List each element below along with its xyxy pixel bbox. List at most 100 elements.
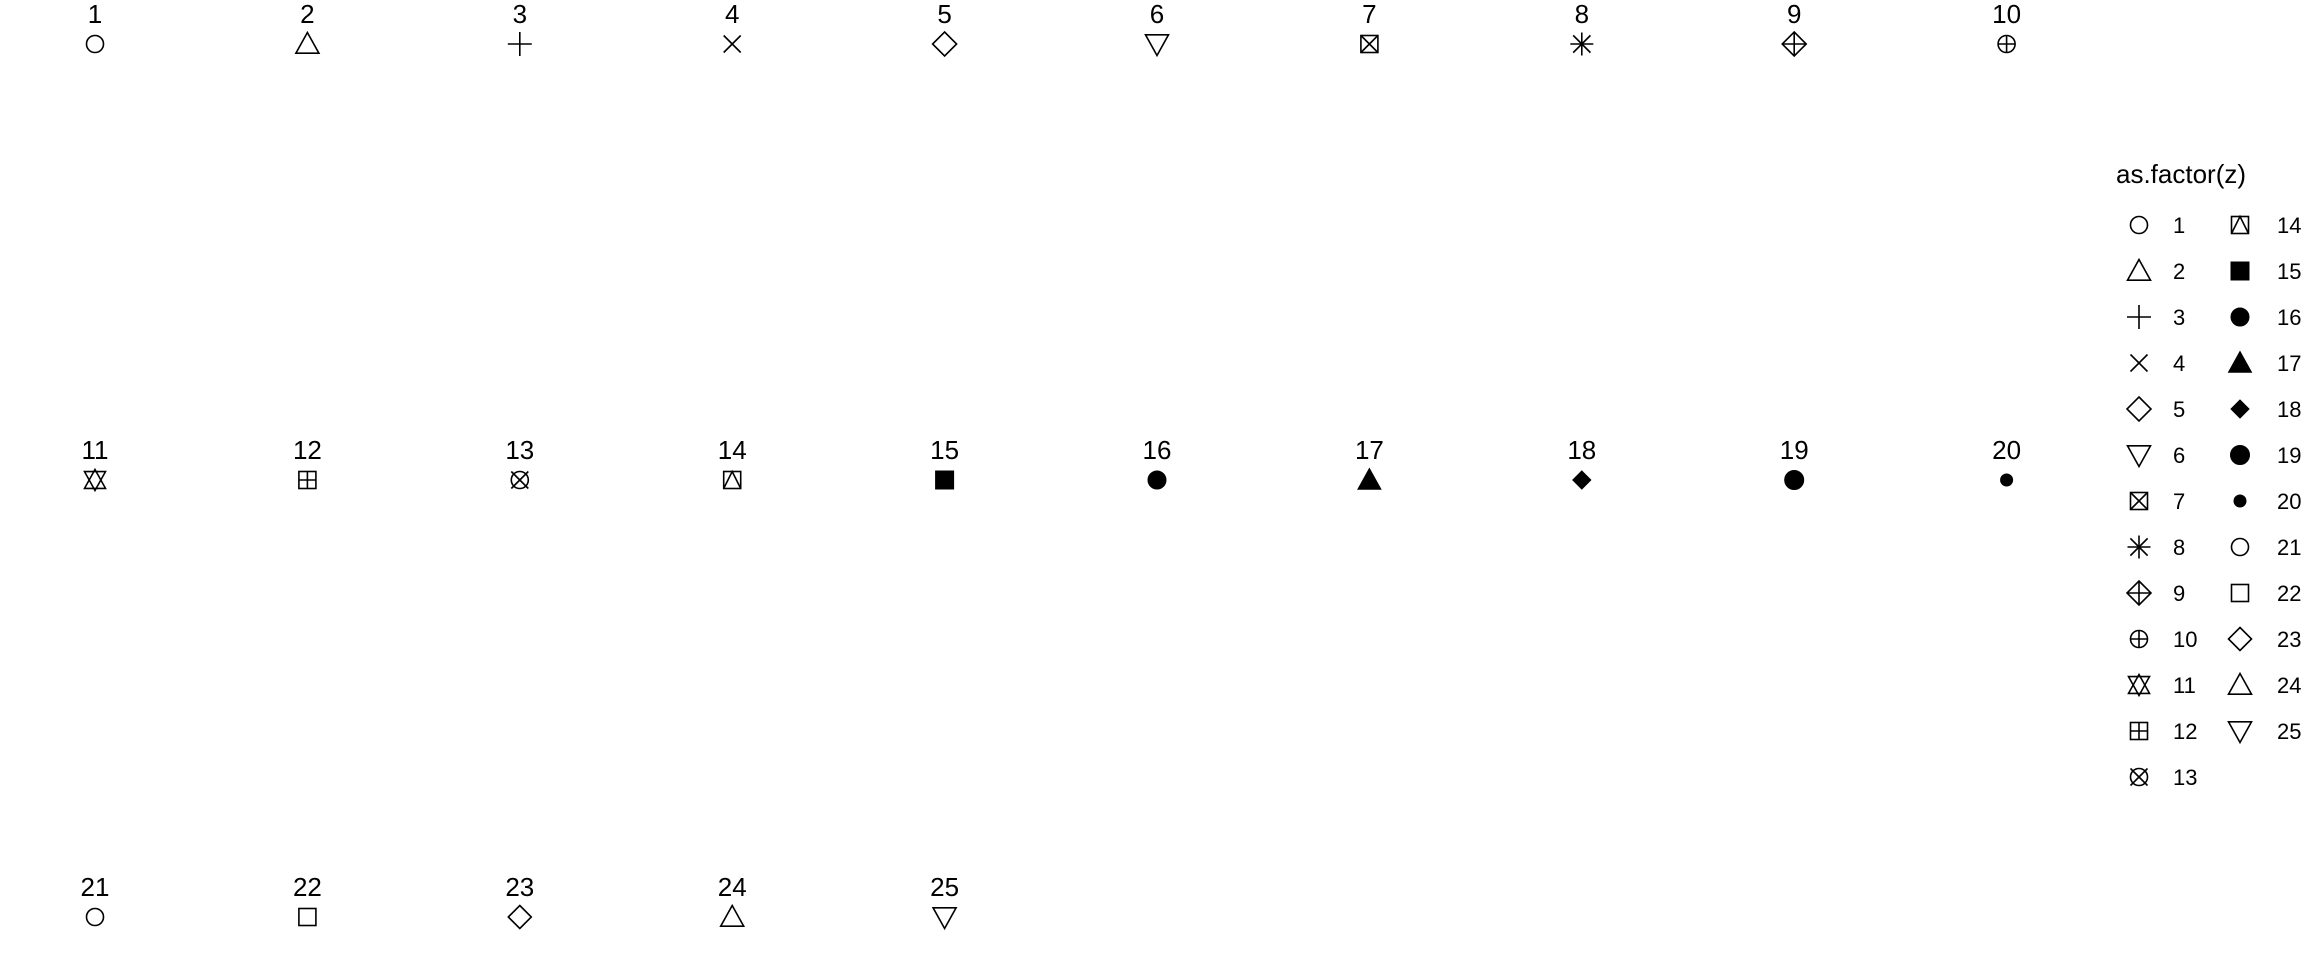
point-label: 23 [505,872,534,902]
legend-label: 24 [2277,673,2301,698]
point-label: 18 [1567,435,1596,465]
plot-area: 1 2 3 4 5 6 7 8 9 1011 12 13 14 15 16 17 18 19 2021 22 23 24 2… [81,0,2021,931]
legend-key [2230,399,2250,419]
data-point [298,470,317,490]
legend: as.factor(z) 123456789101112131415161718… [2116,159,2301,790]
legend-label: 11 [2173,673,2196,698]
legend-key [2129,767,2149,787]
point-label: 10 [1992,0,2021,29]
legend-label: 21 [2277,535,2301,560]
data-point [935,470,955,490]
point-label: 20 [1992,435,2021,465]
point-label: 5 [937,0,951,29]
data-point [1570,32,1594,56]
data-point [1147,470,1167,490]
legend-label: 3 [2173,305,2185,330]
data-point [83,467,107,493]
legend-key [2227,720,2253,745]
legend-key [2129,215,2149,235]
legend-label: 25 [2277,719,2301,744]
data-point [507,32,532,56]
legend-label: 10 [2173,627,2197,652]
data-point [298,907,317,927]
legend-label: 5 [2173,397,2185,422]
legend-label: 17 [2277,351,2301,376]
point-label: 25 [930,872,959,902]
legend-key [2230,583,2250,603]
point-label: 3 [513,0,527,29]
legend-label: 9 [2173,581,2185,606]
legend-key [2129,629,2149,649]
legend-key [2125,395,2153,423]
legend-key [2227,671,2253,696]
data-point [294,30,321,55]
data-point [1357,467,1382,490]
point-label: 6 [1150,0,1164,29]
point-label: 2 [300,0,314,29]
legend-label: 1 [2173,213,2185,238]
legend-key [2127,535,2151,559]
point-label: 21 [81,872,110,902]
data-point [510,470,530,490]
data-point [1144,33,1170,58]
legend-label: 2 [2173,259,2185,284]
data-point [931,30,958,58]
point-label: 11 [82,435,109,465]
point-label: 16 [1143,435,1172,465]
point-label: 1 [88,0,102,29]
point-label: 4 [725,0,739,29]
legend-label: 8 [2173,535,2185,560]
legend-label: 4 [2173,351,2185,376]
legend-key [2126,257,2152,282]
legend-key [2230,214,2250,235]
data-point [719,903,746,928]
legend-key [2227,350,2253,373]
data-point [507,904,533,930]
legend-label: 18 [2277,397,2301,422]
legend-label: 7 [2173,489,2185,514]
point-label: 13 [505,435,534,465]
legend-key [2227,626,2253,652]
legend-key [2129,491,2149,511]
legend-label: 19 [2277,443,2301,468]
point-label: 7 [1362,0,1376,29]
legend-label: 13 [2173,765,2197,790]
legend-label: 20 [2277,489,2301,514]
point-label: 19 [1780,435,1809,465]
legend-key [2126,444,2152,469]
legend-key [2125,579,2153,607]
point-label: 15 [930,435,959,465]
data-point [2000,473,2014,487]
legend-label: 23 [2277,627,2301,652]
legend-key [2230,261,2250,281]
legend-key [2129,353,2149,373]
legend-label: 22 [2277,581,2301,606]
data-point [85,34,105,54]
point-label: 24 [718,872,747,902]
data-point [1784,470,1805,490]
legend-key [2127,305,2151,329]
legend-title: as.factor(z) [2116,159,2246,189]
data-point [1572,470,1592,490]
data-point [1997,34,2016,54]
legend-label: 15 [2277,259,2301,284]
point-label: 9 [1787,0,1801,29]
legend-key [2127,672,2151,698]
data-point [723,34,742,54]
point-label: 14 [718,435,747,465]
legend-key [2230,537,2250,557]
data-point [1360,34,1379,54]
data-point [1781,30,1808,58]
legend-label: 12 [2173,719,2197,744]
point-shape-chart: 1 2 3 4 5 6 7 8 9 1011 12 13 14 15 16 17 18 19 2021 22 23 24 2… [81,0,2301,931]
data-point [85,907,105,927]
legend-label: 6 [2173,443,2185,468]
point-label: 22 [293,872,322,902]
point-label: 17 [1355,435,1384,465]
legend-label: 16 [2277,305,2301,330]
point-label: 8 [1575,0,1589,29]
data-point [931,906,958,931]
legend-label: 14 [2277,213,2301,238]
legend-key [2230,307,2250,327]
legend-key [2230,445,2250,465]
